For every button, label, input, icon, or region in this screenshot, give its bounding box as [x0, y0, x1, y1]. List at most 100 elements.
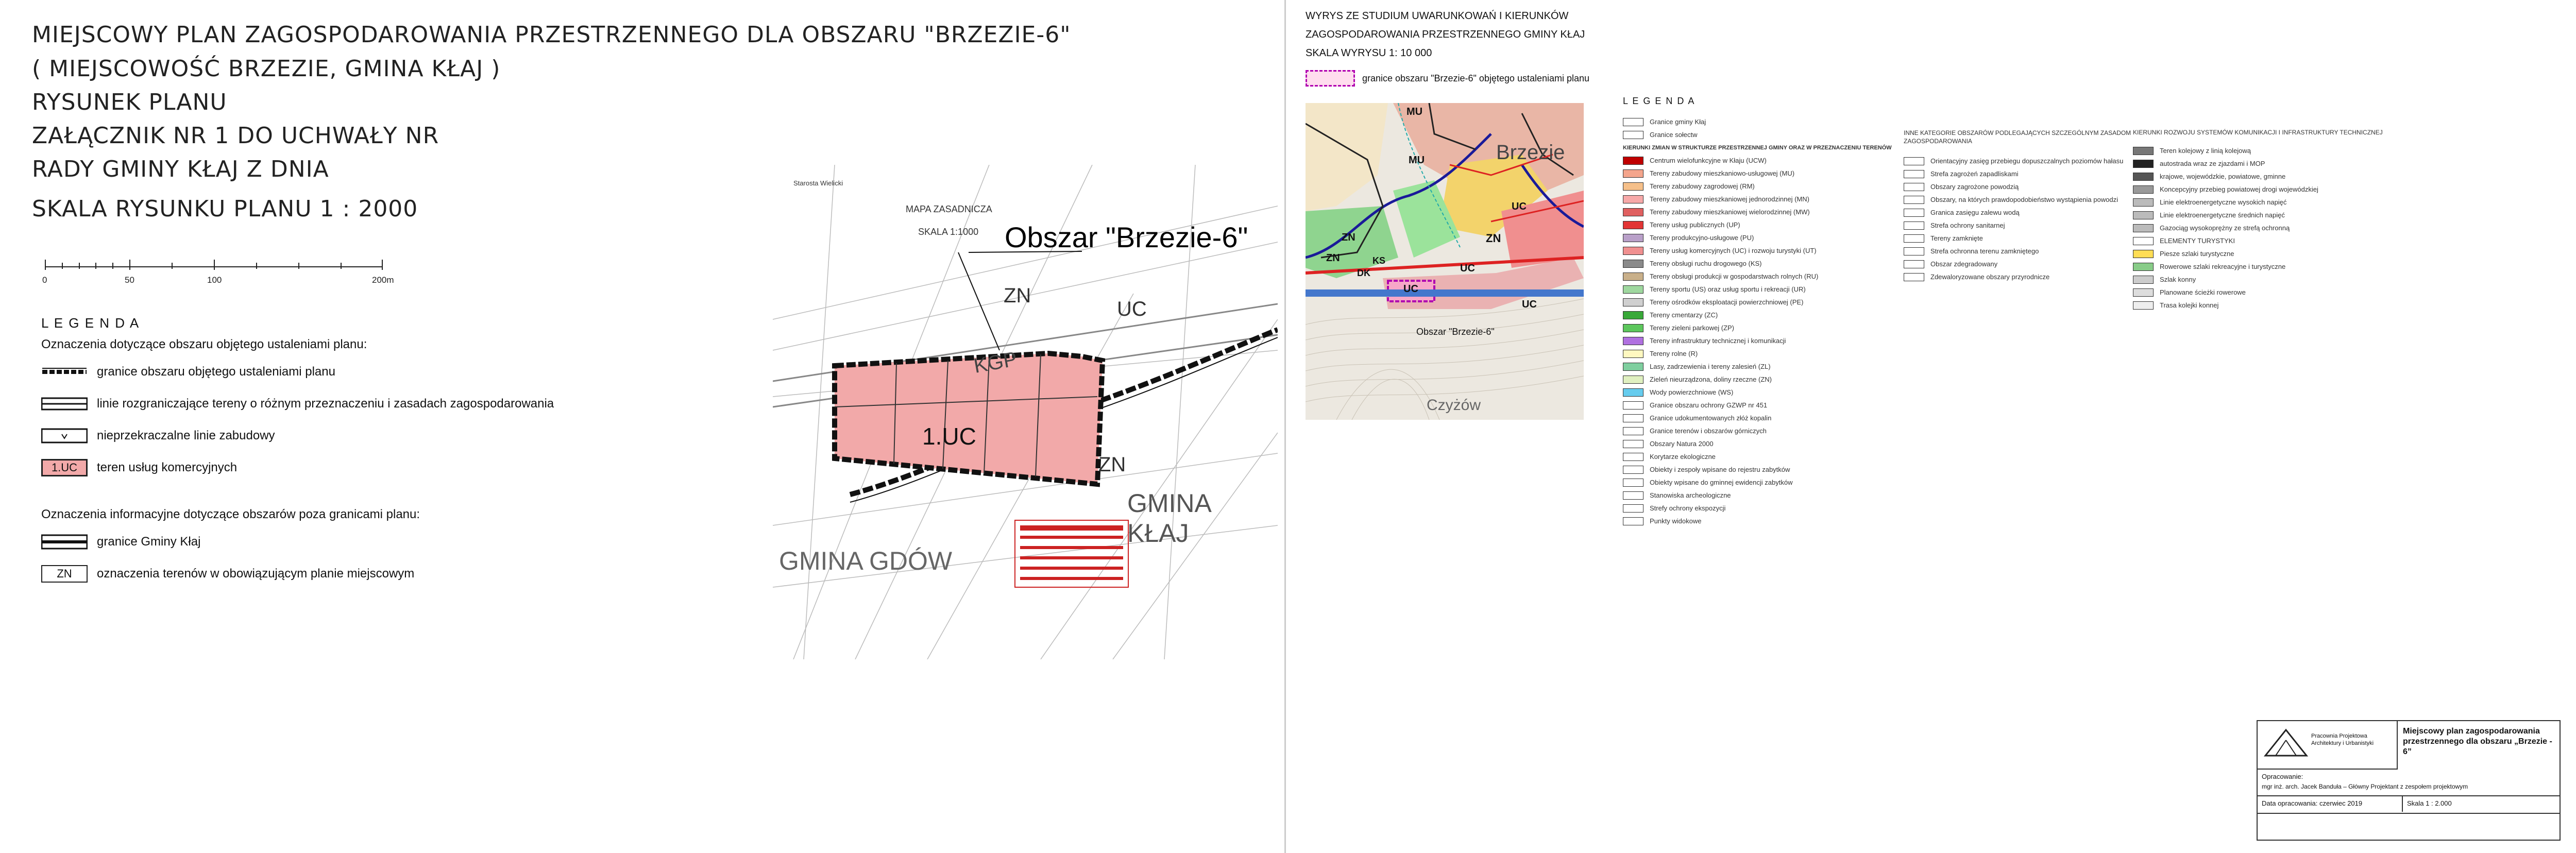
legend-right-col1-label: Granice sołectw [1650, 131, 1698, 139]
legend-item-municipality-border: granice Gminy Kłaj [41, 533, 608, 551]
legend-right-col1-item: Tereny sportu (US) oraz usług sportu i r… [1623, 283, 1891, 296]
legend-right-col1-item: Lasy, zadrzewienia i tereny zalesień (ZL… [1623, 360, 1891, 373]
legend-right-col1-item: Granice udokumentowanych złóż kopalin [1623, 412, 1891, 424]
legend-right-col3-label: Gazociąg wysokoprężny ze strefą ochronną [2160, 224, 2290, 232]
excerpt-title-line1: WYRYS ZE STUDIUM UWARUNKOWAŃ I KIERUNKÓW [1306, 10, 1569, 22]
excerpt-label-mu-1: MU [1406, 106, 1423, 117]
legend-right-col3-item: autostrada wraz ze zjazdami i MOP [2133, 157, 2421, 170]
building-line-symbol [41, 427, 88, 445]
legend-right-col1-item: Tereny obsługi produkcji w gospodarstwac… [1623, 270, 1891, 283]
legend-right-col3-swatch [2133, 159, 2154, 168]
excerpt-label-zn-2: ZN [1486, 232, 1501, 245]
legend-right-col3-item: Linie elektroenergetyczne wysokich napię… [2133, 196, 2421, 209]
legend-right-col3-swatch [2133, 146, 2154, 155]
legend-right-col2-label: Obszary, na których prawdopodobieństwo w… [1930, 196, 2118, 203]
legend-right-col2-swatch [1904, 221, 1924, 230]
plan-title-line1: MIEJSCOWY PLAN ZAGOSPODAROWANIA PRZESTRZ… [32, 22, 1071, 48]
scale-bar: 0 50 100 200m [42, 258, 394, 288]
legend-right-col1-label: Tereny obsługi ruchu drogowego (KS) [1650, 260, 1762, 267]
legend-right-col1-swatch [1623, 401, 1643, 410]
legend-right-col3-swatch [2133, 301, 2154, 310]
legend-right-col2-swatch [1904, 157, 1924, 165]
legend-right-col1-swatch [1623, 336, 1643, 345]
excerpt-label-brzezie: Brzezie [1496, 141, 1565, 164]
legend-right-col1-label: Tereny cmentarzy (ZC) [1650, 311, 1718, 319]
legend-right-col1-item: Granice sołectw [1623, 128, 1891, 141]
legend-right-col2-item: Obszary, na których prawdopodobieństwo w… [1904, 193, 2172, 206]
legend-item-commercial-zone: 1.UC teren usług komercyjnych [41, 459, 608, 476]
legend-right-col1-label: Korytarze ekologiczne [1650, 453, 1716, 460]
legend-right-col3-label: autostrada wraz ze zjazdami i MOP [2160, 160, 2265, 167]
legend-right-col1-swatch [1623, 298, 1643, 306]
legend-right-col3-item: ELEMENTY TURYSTYKI [2133, 234, 2421, 247]
plan-title-line4: ZAŁĄCZNIK NR 1 DO UCHWAŁY NR [32, 123, 439, 149]
legend-right-col1-label: Tereny zieleni parkowej (ZP) [1650, 324, 1735, 332]
legend-right-col1-swatch [1623, 233, 1643, 242]
legend-right-col1-item: Zieleń nieurządzona, doliny rzeczne (ZN) [1623, 373, 1891, 386]
legend-label-building-line: nieprzekraczalne linie zabudowy [97, 429, 275, 442]
legend-right-col1-item: Obiekty wpisane do gminnej ewidencji zab… [1623, 476, 1891, 489]
legend-label-municipality-border: granice Gminy Kłaj [97, 535, 201, 549]
title-block: Pracownia Projektowa Architektury i Urba… [2257, 720, 2561, 841]
map-label-uc: UC [1117, 298, 1147, 320]
plan-title-line3: RYSUNEK PLANU [32, 89, 227, 115]
legend-right-col1-label: KIERUNKI ZMIAN W STRUKTURZE PRZESTRZENNE… [1623, 144, 1892, 151]
legend-right-col2-label: Strefa ochronna terenu zamkniętego [1930, 247, 2039, 255]
division-line-symbol [41, 395, 88, 413]
legend-right-col2-item: Obszar zdegradowany [1904, 258, 2172, 270]
legend-right-col2-label: Strefa ochrony sanitarnej [1930, 221, 2005, 229]
plan-title-line6: SKALA RYSUNKU PLANU 1 : 2000 [32, 196, 418, 222]
legend-right-col1-swatch [1623, 375, 1643, 384]
legend-right-col1-label: Granice terenów i obszarów górniczych [1650, 427, 1767, 435]
legend-right-col2-swatch [1904, 208, 1924, 217]
legend-right-col3-swatch [2133, 236, 2154, 245]
legend-right-col2-label: Granica zasięgu zalewu wodą [1930, 209, 2020, 216]
legend-right-col1-swatch [1623, 478, 1643, 487]
legend-right-col1-item: Tereny zabudowy mieszkaniowo-usługowej (… [1623, 167, 1891, 180]
legend-right-col1-label: Tereny rolne (R) [1650, 350, 1698, 357]
legend-right-col2-heading: INNE KATEGORIE OBSZARÓW PODLEGAJĄCYCH SZ… [1904, 129, 2131, 145]
legend-right-col1-swatch [1623, 426, 1643, 435]
legend-right-col3-swatch [2133, 185, 2154, 194]
legend-right-col3-item: Trasa kolejki konnej [2133, 299, 2421, 312]
legend-right-col1-label: Obszary Natura 2000 [1650, 440, 1714, 448]
legend-label-division-lines: linie rozgraniczające tereny o różnym pr… [97, 397, 554, 411]
legend-right-col1-swatch [1623, 117, 1643, 126]
excerpt-label-dk: DK [1357, 268, 1370, 278]
legend-right-col3-item: Teren kolejowy z linią kolejową [2133, 144, 2421, 157]
legend-right-col1-swatch [1623, 414, 1643, 422]
legend-right-col1-item: Obszary Natura 2000 [1623, 437, 1891, 450]
legend-right-col1-label: Granice udokumentowanych złóż kopalin [1650, 414, 1772, 422]
legend-right-col1-swatch [1623, 182, 1643, 191]
stamp-left: Starosta Wielicki [793, 179, 843, 187]
legend-left: L E G E N D A Oznaczenia dotyczące obsza… [41, 315, 608, 583]
legend-item-division-lines: linie rozgraniczające tereny o różnym pr… [41, 395, 608, 413]
legend-label-commercial-zone: teren usług komercyjnych [97, 460, 238, 474]
legend-right-col3-item: Planowane ścieżki rowerowe [2133, 286, 2421, 299]
legend-right-col1-item: Tereny infrastruktury technicznej i komu… [1623, 334, 1891, 347]
commercial-zone-swatch: 1.UC [41, 459, 88, 476]
legend-right-col1-label: Punkty widokowe [1650, 517, 1702, 525]
legend-right-col1-item: Strefy ochrony ekspozycji [1623, 502, 1891, 515]
legend-right-col1-label: Tereny usług komercyjnych (UC) i rozwoju… [1650, 247, 1817, 254]
legend-label-plan-boundary: granice obszaru objętego ustaleniami pla… [97, 365, 335, 379]
map-scale: SKALA 1:1000 [918, 227, 979, 237]
legend-right-col1-item: Centrum wielofunkcyjne w Kłaju (UCW) [1623, 154, 1891, 167]
legend-right-col3-label: Rowerowe szlaki rekreacyjne i turystyczn… [2160, 263, 2286, 270]
legend-right-col1-swatch [1623, 130, 1643, 139]
legend-right-col1-item: Granice terenów i obszarów górniczych [1623, 424, 1891, 437]
legend-right-col1-label: Wody powierzchniowe (WS) [1650, 388, 1734, 396]
excerpt-label-zn-1: ZN [1342, 232, 1355, 243]
legend-right-col3-heading: KIERUNKI ROZWOJU SYSTEMÓW KOMUNIKACJI I … [2133, 129, 2383, 136]
legend-right-col1-swatch [1623, 156, 1643, 165]
project-title: Miejscowy plan zagospodarowania przestrz… [2403, 727, 2552, 756]
legend-right-col1-swatch [1623, 208, 1643, 216]
zone-code-label: 1.UC [922, 423, 976, 450]
excerpt-label-area: Obszar "Brzezie-6" [1416, 327, 1495, 337]
legend-right-col1-swatch [1623, 517, 1643, 525]
legend-right-col3-item: Szlak konny [2133, 273, 2421, 286]
legend-right-col3-swatch [2133, 249, 2154, 258]
company-logo-icon [2263, 728, 2309, 757]
legend-right-col1-swatch [1623, 285, 1643, 294]
legend-right-col1-item: Tereny cmentarzy (ZC) [1623, 309, 1891, 321]
